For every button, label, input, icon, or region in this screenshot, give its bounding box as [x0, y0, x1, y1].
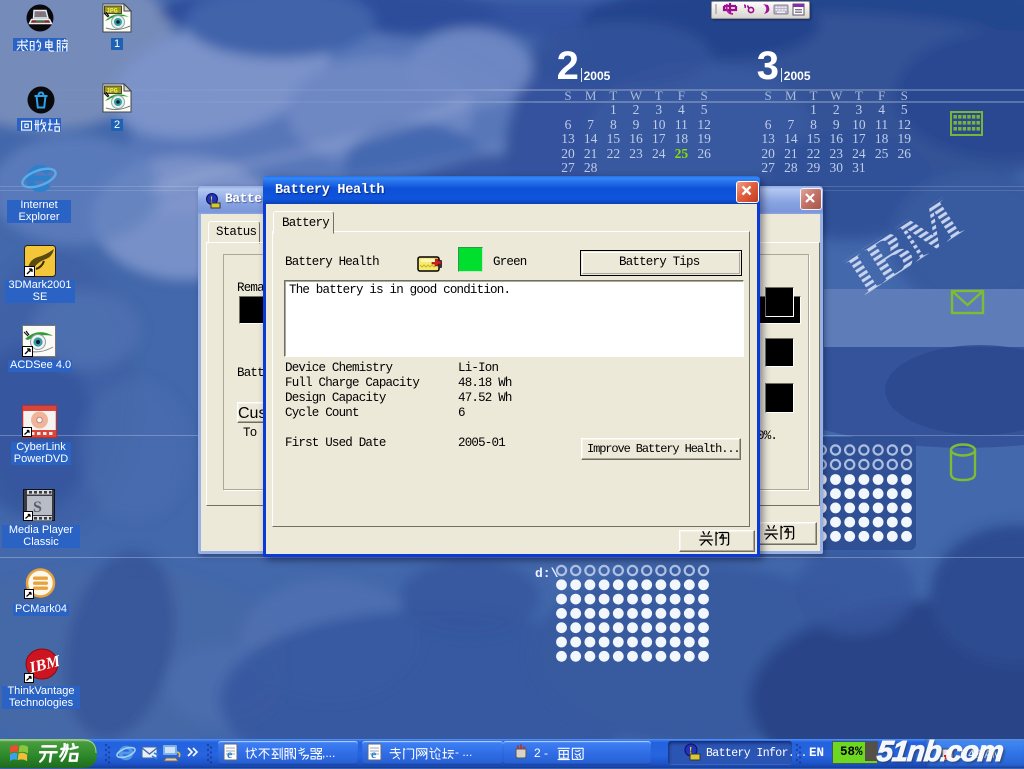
- svg-text:e: e: [371, 747, 377, 761]
- svg-text:d:\: d:\: [535, 566, 559, 581]
- svg-text:S: S: [33, 499, 42, 516]
- svg-text:JPG: JPG: [106, 88, 118, 95]
- svg-text:JPG: JPG: [106, 8, 118, 15]
- svg-text:e: e: [227, 747, 233, 761]
